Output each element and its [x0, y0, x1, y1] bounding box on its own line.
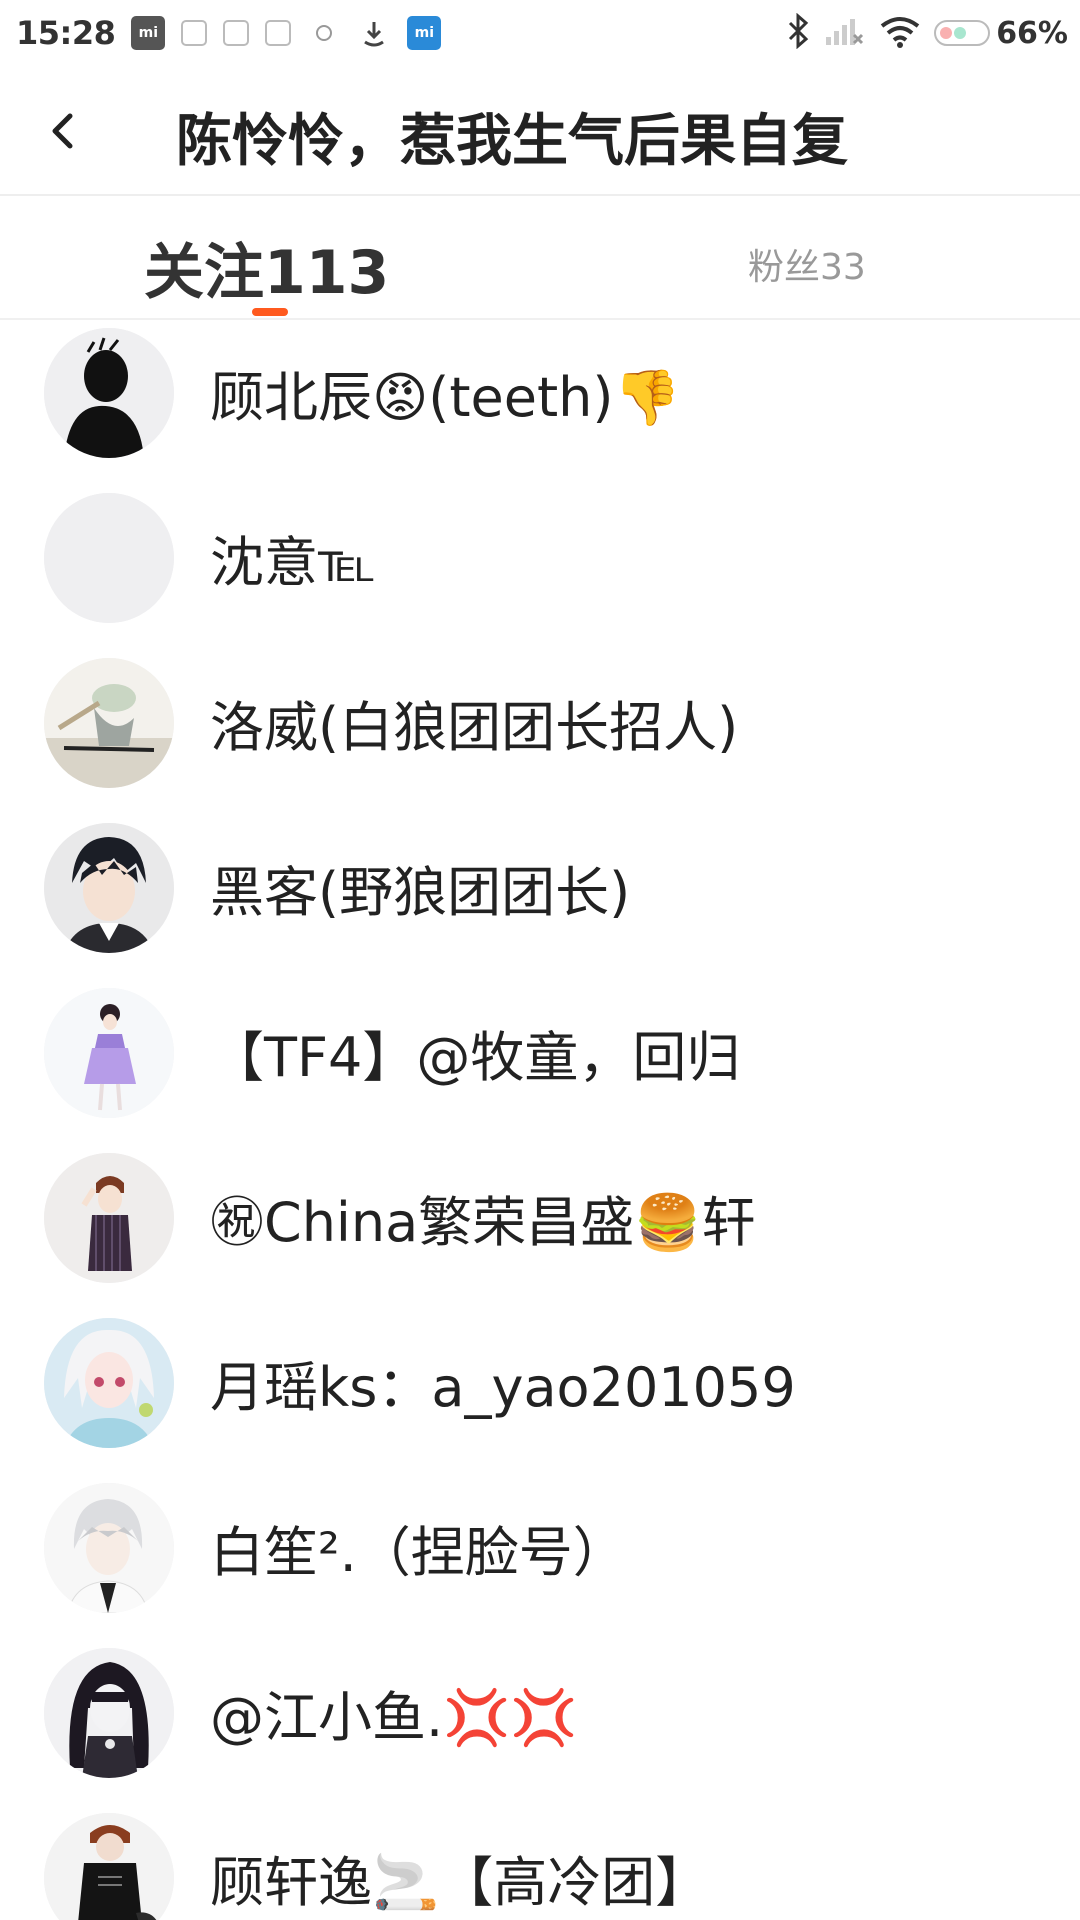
list-item[interactable]: 沈意℡	[0, 475, 1080, 640]
status-time: 15:28	[16, 14, 116, 52]
avatar[interactable]	[44, 987, 174, 1118]
chevron-left-icon	[52, 113, 73, 149]
avatar[interactable]	[44, 327, 174, 458]
wifi-icon	[878, 14, 922, 52]
app-icon	[223, 20, 250, 46]
avatar[interactable]	[44, 492, 174, 623]
page-title: 陈怜怜，惹我生气后果自复	[176, 109, 848, 174]
list-item[interactable]: 黑客(野狼团团长)	[0, 805, 1080, 970]
status-left: 15:28 mi mi	[16, 14, 457, 52]
avatar[interactable]	[44, 1812, 174, 1920]
list-item[interactable]: 顾北辰😡(teeth)👎	[0, 310, 1080, 475]
list-item[interactable]: 【TF4】@牧童，回归	[0, 970, 1080, 1135]
mi-store-icon: mi	[407, 16, 442, 50]
status-right: 66%	[772, 12, 1068, 53]
avatar[interactable]	[44, 1647, 174, 1778]
avatar[interactable]	[44, 1317, 174, 1448]
tab-following[interactable]: 关注113	[144, 224, 389, 311]
list-item[interactable]: @江小鱼.💢💢	[0, 1630, 1080, 1795]
status-bar: 15:28 mi mi 66%	[0, 0, 1080, 66]
avatar[interactable]	[44, 657, 174, 788]
user-name: 沈意℡	[210, 531, 377, 594]
user-name: 白笙².（捏脸号）	[210, 1521, 627, 1584]
back-button[interactable]	[40, 96, 100, 166]
list-item[interactable]: 洛威(白狼团团长招人)	[0, 640, 1080, 805]
user-name: 洛威(白狼团团长招人)	[210, 696, 739, 759]
user-name: 顾轩逸🚬【高冷团】	[210, 1851, 710, 1914]
user-name: 【TF4】@牧童，回归	[210, 1026, 741, 1089]
user-name: 月瑶ks：a_yao201059	[210, 1356, 796, 1419]
battery-icon	[934, 20, 991, 46]
circle-icon	[307, 16, 341, 50]
user-name: 顾北辰😡(teeth)👎	[210, 366, 681, 429]
list-item[interactable]: 顾轩逸🚬【高冷团】	[0, 1795, 1080, 1920]
header: 陈怜怜，惹我生气后果自复	[0, 66, 1080, 196]
battery-level: 66%	[996, 15, 1068, 51]
tab-bar: 关注113 粉丝33	[0, 196, 1080, 320]
list-item[interactable]: 白笙².（捏脸号）	[0, 1465, 1080, 1630]
download-icon	[357, 16, 391, 50]
following-list: 顾北辰😡(teeth)👎 沈意℡ 洛威(白狼团团长招人) 黑客(野狼团团长) 【…	[0, 310, 1080, 1920]
tab-fans[interactable]: 粉丝33	[748, 238, 866, 290]
user-name: ㊗China繁荣昌盛🍔轩	[210, 1191, 756, 1254]
app-icon	[181, 20, 208, 46]
avatar[interactable]	[44, 1152, 174, 1283]
avatar[interactable]	[44, 822, 174, 953]
user-name: @江小鱼.💢💢	[210, 1686, 578, 1749]
mi-app-icon: mi	[131, 16, 166, 50]
signal-icon	[824, 15, 864, 51]
bluetooth-icon	[786, 12, 810, 53]
list-item[interactable]: 月瑶ks：a_yao201059	[0, 1300, 1080, 1465]
list-item[interactable]: ㊗China繁荣昌盛🍔轩	[0, 1135, 1080, 1300]
image-icon	[265, 20, 292, 46]
user-name: 黑客(野狼团团长)	[210, 861, 631, 924]
avatar[interactable]	[44, 1482, 174, 1613]
